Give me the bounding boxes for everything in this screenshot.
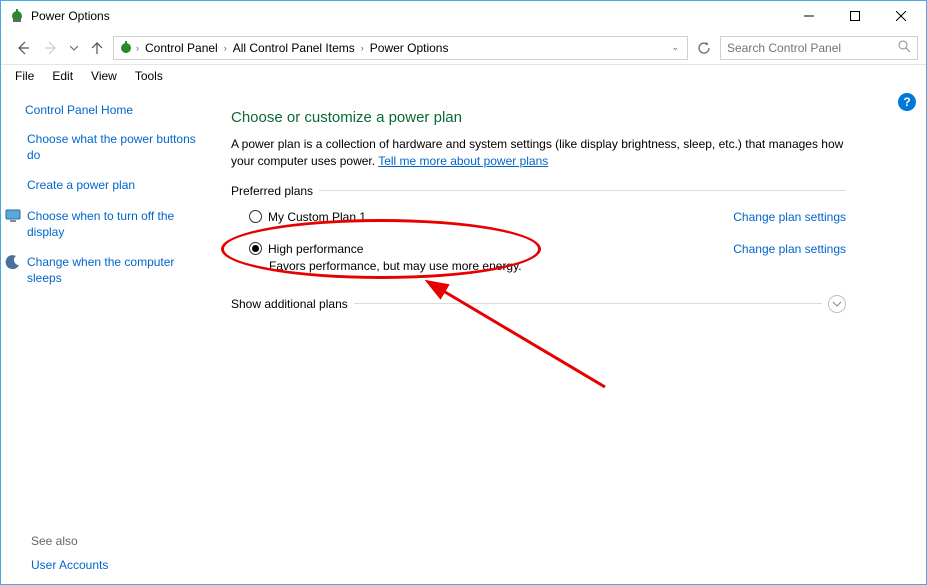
search-input[interactable] <box>727 41 911 55</box>
plan-name[interactable]: My Custom Plan 1 <box>268 210 366 224</box>
window-title: Power Options <box>31 9 110 23</box>
forward-button[interactable] <box>39 36 63 60</box>
see-also-label: See also <box>31 534 108 548</box>
section-title: Preferred plans <box>231 184 313 198</box>
path-icon <box>118 40 134 56</box>
chevron-down-icon[interactable]: ⌄ <box>671 42 679 53</box>
user-accounts-link[interactable]: User Accounts <box>31 558 108 572</box>
plan-item: High performance Favors performance, but… <box>231 240 846 275</box>
task-label: Choose when to turn off the display <box>27 208 203 240</box>
moon-icon <box>5 254 21 270</box>
recent-dropdown[interactable] <box>67 36 81 60</box>
preferred-plans-section: Preferred plans <box>231 184 846 198</box>
address-bar: › Control Panel › All Control Panel Item… <box>1 31 926 65</box>
control-panel-home-link[interactable]: Control Panel Home <box>25 103 203 117</box>
search-icon <box>898 40 911 56</box>
page-heading: Choose or customize a power plan <box>231 109 846 126</box>
radio-button[interactable] <box>249 242 262 255</box>
task-turn-off-display[interactable]: Choose when to turn off the display <box>25 208 203 240</box>
expand-icon[interactable] <box>828 295 846 313</box>
divider <box>319 190 846 191</box>
chevron-right-icon: › <box>224 43 227 53</box>
menu-bar: File Edit View Tools <box>1 65 926 87</box>
change-plan-settings-link[interactable]: Change plan settings <box>733 210 846 224</box>
breadcrumb-bar[interactable]: › Control Panel › All Control Panel Item… <box>113 36 688 60</box>
page-description: A power plan is a collection of hardware… <box>231 136 846 170</box>
menu-view[interactable]: View <box>83 67 125 85</box>
divider <box>354 303 822 304</box>
menu-edit[interactable]: Edit <box>44 67 81 85</box>
menu-tools[interactable]: Tools <box>127 67 171 85</box>
sidebar: Control Panel Home Choose what the power… <box>1 87 215 584</box>
minimize-button[interactable] <box>786 1 832 31</box>
breadcrumb-item[interactable]: All Control Panel Items <box>229 41 359 55</box>
plan-description: Favors performance, but may use more ene… <box>269 259 846 273</box>
refresh-button[interactable] <box>692 36 716 60</box>
main-panel: Choose or customize a power plan A power… <box>215 87 926 584</box>
task-label: Create a power plan <box>27 177 135 193</box>
content-area: ? Control Panel Home Choose what the pow… <box>1 87 926 584</box>
task-create-plan[interactable]: Create a power plan <box>25 177 203 193</box>
task-label: Choose what the power buttons do <box>27 131 203 163</box>
task-label: Change when the computer sleeps <box>27 254 203 286</box>
close-button[interactable] <box>878 1 924 31</box>
app-icon <box>9 8 25 24</box>
radio-button[interactable] <box>249 210 262 223</box>
show-additional-label: Show additional plans <box>231 297 348 311</box>
back-button[interactable] <box>11 36 35 60</box>
learn-more-link[interactable]: Tell me more about power plans <box>378 154 548 168</box>
menu-file[interactable]: File <box>7 67 42 85</box>
breadcrumb-item[interactable]: Control Panel <box>141 41 222 55</box>
monitor-icon <box>5 208 21 224</box>
maximize-button[interactable] <box>832 1 878 31</box>
task-sleep[interactable]: Change when the computer sleeps <box>25 254 203 286</box>
plan-item: My Custom Plan 1 Change plan settings <box>231 208 846 226</box>
task-power-buttons[interactable]: Choose what the power buttons do <box>25 131 203 163</box>
show-additional-plans[interactable]: Show additional plans <box>231 295 846 313</box>
search-box[interactable] <box>720 36 918 60</box>
breadcrumb-item[interactable]: Power Options <box>366 41 453 55</box>
up-button[interactable] <box>85 36 109 60</box>
titlebar: Power Options <box>1 1 926 31</box>
chevron-right-icon: › <box>136 43 139 53</box>
chevron-right-icon: › <box>361 43 364 53</box>
change-plan-settings-link[interactable]: Change plan settings <box>733 242 846 256</box>
plan-name[interactable]: High performance <box>268 242 363 256</box>
